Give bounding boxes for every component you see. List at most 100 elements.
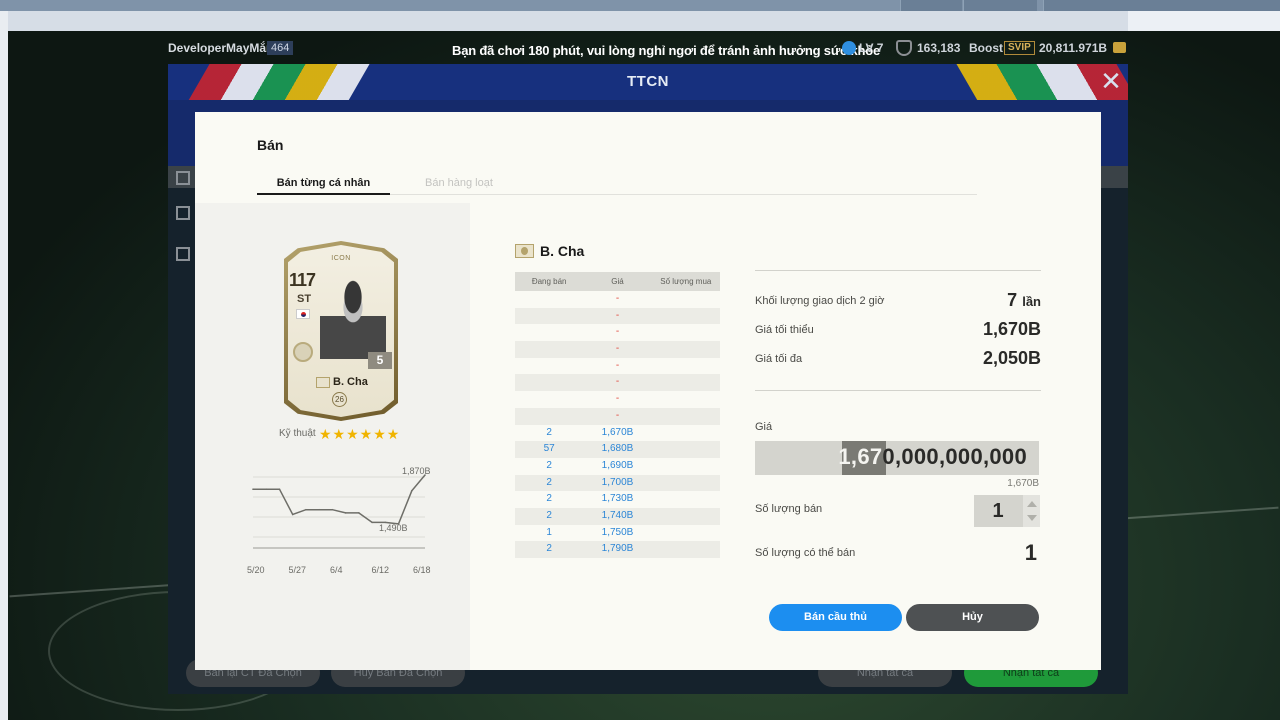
dialog-title: Bán [257, 137, 284, 153]
orders-table: Đang bán Giá Số lượng mua - - - - - - - - 2 1,670… [515, 272, 720, 558]
price-cell: - [615, 343, 620, 355]
selling-count-cell [515, 374, 583, 391]
browser-top-bar [0, 0, 1280, 11]
price-input[interactable]: 1,670,000,000,000 [755, 441, 1039, 475]
browser-tab[interactable] [963, 0, 1037, 11]
price-cell: - [615, 293, 620, 304]
volume-number: 7 [1007, 290, 1018, 310]
username: DeveloperMayMắn [168, 41, 274, 55]
price-cell: 1,690B [601, 459, 634, 471]
selling-count-cell [515, 291, 583, 308]
quantity-stepper[interactable]: 1 [974, 495, 1040, 527]
chart-x-tick-label: 6/18 [413, 565, 431, 575]
table-row[interactable]: 2 1,700B [515, 474, 720, 492]
row-checkbox[interactable] [176, 206, 190, 220]
table-row[interactable]: - [515, 358, 720, 375]
buy-qty-cell [652, 441, 720, 458]
table-row[interactable]: - [515, 374, 720, 392]
divider [755, 390, 1041, 391]
boost-label[interactable]: Boost [969, 41, 1003, 55]
arrow-up-icon[interactable] [1027, 501, 1037, 507]
table-row[interactable]: 2 1,730B [515, 491, 720, 508]
table-row[interactable]: - [515, 407, 720, 425]
shield-icon [896, 40, 912, 56]
max-price-value: 2,050B [982, 348, 1041, 368]
table-row[interactable]: - [515, 324, 720, 341]
skill-stars: ★★★★★★ [319, 426, 401, 442]
price-chart: 1,870B 1,490B 5/20 5/27 6/4 6/12 6/18 [247, 466, 431, 575]
sell-tabs: Bán từng cá nhân Bán hàng loạt [257, 174, 977, 195]
sell-qty-label: Số lượng bán [755, 503, 823, 515]
min-price-label: Giá tối thiểu [755, 324, 814, 336]
arrow-down-icon[interactable] [1027, 515, 1037, 521]
tab-sell-individual[interactable]: Bán từng cá nhân [257, 177, 390, 195]
browser-tab[interactable] [1043, 0, 1280, 11]
selling-count-cell [515, 358, 583, 375]
buy-qty-cell [652, 425, 720, 442]
price-cell: 1,730B [601, 493, 634, 505]
buy-qty-cell [652, 391, 720, 408]
icon-badge-icon [293, 342, 313, 362]
points-value: 163,183 [917, 41, 961, 55]
player-name: B. Cha [540, 243, 585, 259]
card-season-label: ICON [331, 255, 351, 262]
orders-table-header: Đang bán Giá Số lượng mua [515, 272, 720, 291]
svip-badge: SVIP [1004, 41, 1035, 55]
price-point [278, 488, 281, 491]
selling-count-cell: 2 [546, 509, 552, 521]
money-value: 20,811.971B [1039, 41, 1108, 55]
chart-x-tick-label: 5/20 [247, 565, 265, 575]
buy-qty-cell [652, 374, 720, 391]
cancel-button[interactable]: Hủy [906, 604, 1039, 631]
card-salary: 26 [332, 392, 347, 407]
coin-icon [1113, 42, 1126, 53]
min-price-value: 1,670B [982, 319, 1041, 339]
chart-x-tick-label: 6/4 [330, 565, 343, 575]
selling-count-cell: 2 [546, 476, 552, 488]
table-row[interactable]: 1 1,750B [515, 525, 720, 542]
table-row[interactable]: 2 1,790B [515, 541, 720, 558]
price-cell: - [615, 359, 620, 371]
table-row[interactable]: - [515, 341, 720, 358]
browser-tab[interactable] [900, 0, 962, 11]
orders-body: - - - - - - - - 2 1,670B 57 1,680B 2 1,690B 2 1,700B 2 1,… [515, 291, 720, 558]
ttcn-title: TTCN [627, 73, 669, 90]
table-row[interactable]: 57 1,680B [515, 441, 720, 458]
table-row[interactable]: - [515, 291, 720, 308]
col-buy-qty: Số lượng mua [660, 277, 712, 286]
buy-qty-cell [652, 308, 720, 325]
player-photo [320, 273, 386, 359]
price-cell: - [615, 376, 620, 388]
table-row[interactable]: 2 1,670B [515, 425, 720, 442]
chart-x-tick-label: 6/12 [372, 565, 390, 575]
buy-qty-cell [652, 541, 720, 558]
selling-count-cell [515, 341, 583, 358]
korea-flag-icon [296, 309, 310, 319]
selling-count-cell: 2 [546, 426, 552, 438]
price-cell: 1,750B [601, 526, 634, 538]
table-row[interactable]: - [515, 391, 720, 408]
selling-count-cell: 2 [546, 493, 552, 505]
selling-count-cell: 2 [546, 543, 552, 555]
buy-qty-cell [652, 491, 720, 508]
buy-qty-cell [652, 458, 720, 475]
price-cell: 1,790B [601, 543, 634, 555]
table-row[interactable]: - [515, 307, 720, 325]
chart-low-label: 1,490B [379, 523, 408, 533]
close-icon[interactable]: ✕ [1098, 68, 1124, 95]
ttcn-header: TTCN ✕ [168, 64, 1128, 100]
table-row[interactable]: 2 1,740B [515, 507, 720, 525]
chart-grid [253, 476, 425, 549]
max-price-label: Giá tối đa [755, 353, 803, 365]
sell-player-button[interactable]: Bán cầu thủ [769, 604, 902, 631]
price-point [265, 488, 268, 491]
tab-sell-bulk[interactable]: Bán hàng loạt [425, 177, 493, 189]
buy-qty-cell [652, 291, 720, 308]
row-checkbox[interactable] [176, 171, 190, 185]
chart-x-ticks: 5/20 5/27 6/4 6/12 6/18 [247, 565, 431, 575]
card-position: ST [297, 293, 312, 305]
price-cell: - [615, 326, 620, 338]
buy-qty-cell [652, 525, 720, 542]
table-row[interactable]: 2 1,690B [515, 458, 720, 475]
row-checkbox[interactable] [176, 247, 190, 261]
